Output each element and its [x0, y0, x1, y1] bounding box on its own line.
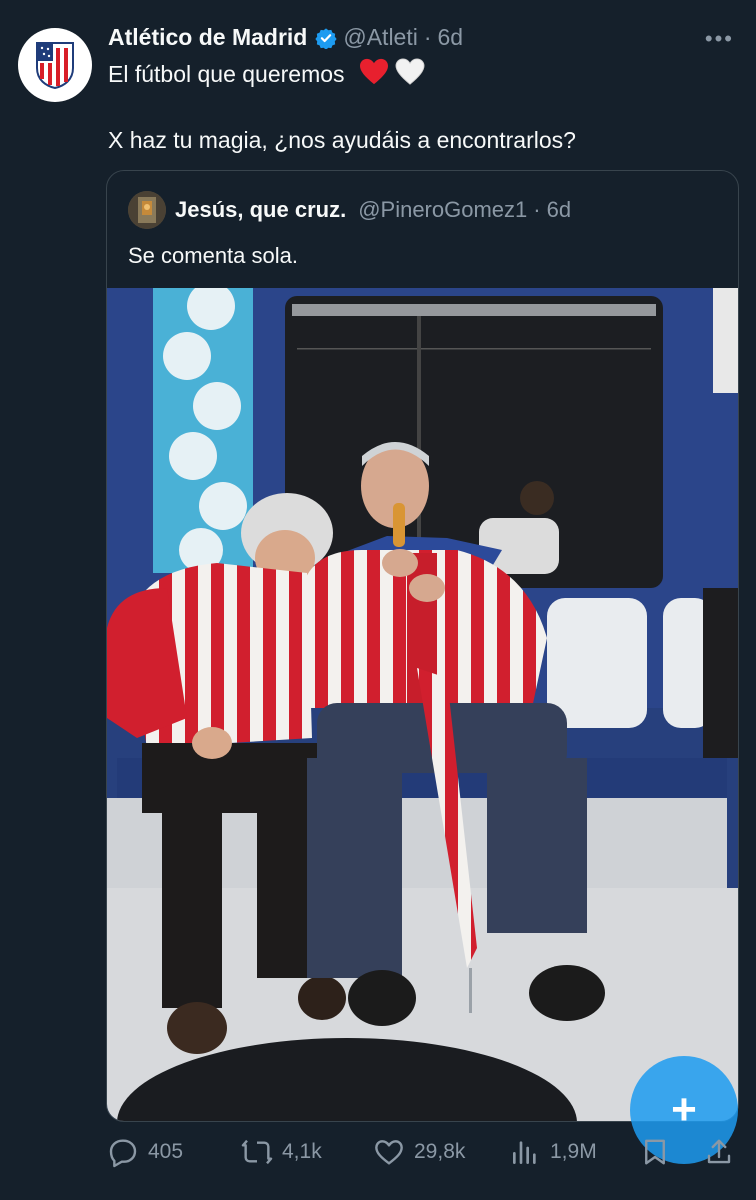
quoted-timestamp[interactable]: 6d — [547, 197, 571, 223]
quoted-tweet[interactable]: Jesús, que cruz. @PineroGomez1 · 6d Se c… — [106, 170, 739, 1122]
separator-dot: · — [423, 24, 432, 50]
tweet-header: Atlético de Madrid @Atleti · 6d — [108, 24, 463, 51]
quoted-author-avatar[interactable] — [128, 191, 166, 229]
quoted-tweet-header: Jesús, que cruz. @PineroGomez1 · 6d — [175, 197, 571, 223]
share-button[interactable] — [704, 1136, 742, 1168]
compose-plus-icon: + — [671, 1085, 697, 1134]
red-heart-icon — [359, 58, 388, 85]
views-button[interactable]: 1,9M — [508, 1136, 597, 1168]
author-handle[interactable]: @Atleti — [343, 24, 417, 51]
author-name[interactable]: Atlético de Madrid — [108, 24, 307, 51]
bookmark-icon — [645, 1139, 665, 1165]
tweet-action-bar: 405 4,1k 29,8k 1,9M — [106, 1134, 746, 1170]
like-button[interactable]: 29,8k — [372, 1136, 465, 1168]
tweet-text: El fútbol que queremos — [108, 58, 425, 89]
reply-count: 405 — [148, 1140, 184, 1163]
like-icon — [375, 1140, 403, 1165]
quoted-tweet-photo[interactable] — [107, 288, 739, 1122]
separator-dot: · — [533, 197, 541, 222]
verified-badge-icon — [315, 27, 337, 49]
tweet-text-line2: X haz tu magia, ¿nos ayudáis a encontrar… — [108, 127, 576, 153]
views-count: 1,9M — [550, 1140, 597, 1163]
tweet-text-line1: El fútbol que queremos — [108, 61, 345, 87]
tweet-timestamp[interactable]: 6d — [438, 24, 464, 51]
quoted-author-handle[interactable]: @PineroGomez1 — [358, 197, 527, 223]
atleti-crest-logo — [36, 42, 74, 90]
repost-icon — [241, 1139, 273, 1165]
repost-count: 4,1k — [282, 1140, 322, 1163]
quoted-author-name[interactable]: Jesús, que cruz. — [175, 197, 346, 223]
white-heart-icon — [395, 58, 425, 85]
views-icon — [513, 1141, 536, 1164]
reply-button[interactable]: 405 — [106, 1136, 183, 1168]
repost-button[interactable]: 4,1k — [240, 1136, 322, 1168]
bookmark-button[interactable] — [640, 1136, 678, 1168]
share-icon — [707, 1139, 731, 1164]
more-icon[interactable]: ••• — [705, 26, 734, 52]
author-avatar[interactable] — [18, 28, 92, 102]
quoted-tweet-text: Se comenta sola. — [128, 243, 298, 268]
like-count: 29,8k — [414, 1140, 466, 1163]
reply-icon — [109, 1139, 137, 1168]
